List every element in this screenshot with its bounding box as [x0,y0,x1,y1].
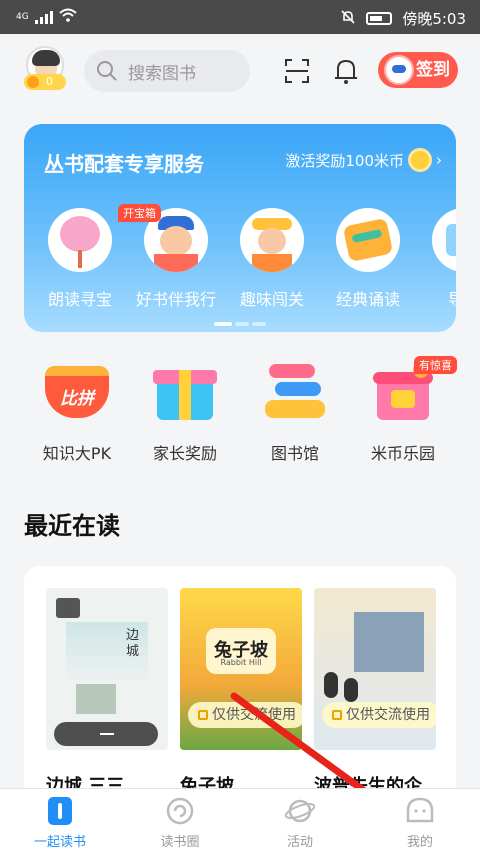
recent-books-shelf: 边城 兔子坡 Rabbit Hill 仅供交流使用 仅供交流使用 边城 三三 兔… [24,566,456,796]
search-placeholder: 搜索图书 [128,63,196,84]
bell-icon[interactable] [332,56,360,86]
lock-icon [198,710,208,720]
book-cover[interactable]: 边城 [46,588,168,750]
top-header: 0 搜索图书 签到 [0,34,480,110]
battery-icon [366,12,393,25]
girl-icon [240,208,304,272]
versus-icon: 比拼 [43,360,111,422]
versus-text: 比拼 [60,389,94,409]
reward-text: 激活奖励100米币 [285,151,404,170]
series-service-banner: 丛书配套专享服务 激活奖励100米币 › 朗读寻宝 好书伴我行 趣味闯关 经典诵… [24,124,456,332]
bottom-tab-bar: 一起读书 读书圈 活动 我的 [0,788,480,853]
search-input[interactable]: 搜索图书 [84,50,250,92]
service-item-classic-recite[interactable]: 经典诵读 [320,208,416,310]
penguin-icon [384,55,414,85]
coin-icon [408,148,432,172]
mute-icon [340,9,356,29]
service-label: 经典诵读 [335,290,400,309]
book-icon [44,795,76,827]
library-icon [261,360,329,422]
tab-activities[interactable]: 活动 [250,795,350,850]
service-label: 趣味闯关 [239,290,304,309]
cover-title: 边城 [126,628,140,659]
activation-reward-link[interactable]: 激活奖励100米币 › [285,148,442,172]
reading-progress [54,722,158,746]
tab-read-together[interactable]: 一起读书 [10,795,110,850]
service-item-guide[interactable]: 导读 [416,208,456,310]
circle-refresh-icon [164,795,196,827]
planet-icon [284,795,316,827]
service-item-good-books[interactable]: 好书伴我行 [128,208,224,310]
service-item-quiz-levels[interactable]: 趣味闯关 [224,208,320,310]
share-notice: 仅供交流使用 [322,702,436,728]
quick-label: 家长奖励 [152,444,217,463]
status-bar: 4G 傍晚5:03 [0,0,480,34]
carousel-indicator [214,322,266,326]
service-item-read-aloud[interactable]: 朗读寻宝 [32,208,128,310]
service-label: 导读 [447,290,456,309]
share-notice: 仅供交流使用 [188,702,302,728]
book-cover[interactable]: 仅供交流使用 [314,588,436,750]
coin-count: 0 [46,75,53,88]
recent-reading-title: 最近在读 [24,512,120,540]
quick-label: 图书馆 [270,444,319,463]
cover-subtitle: Rabbit Hill [220,658,262,667]
quick-label: 知识大PK [42,444,112,463]
service-label: 好书伴我行 [135,290,216,309]
profile-face-icon [404,795,436,827]
quick-item-parent-reward[interactable]: 家长奖励 [130,360,240,464]
lollipop-icon [48,208,112,272]
search-icon [97,61,117,81]
wifi-icon [59,8,77,26]
status-time: 傍晚5:03 [402,10,466,28]
tab-mine[interactable]: 我的 [370,795,470,850]
surprise-badge: 有惊喜 [414,356,457,374]
network-type: 4G [16,12,29,22]
chevron-right-icon: › [436,151,442,169]
bookmark-icon [56,598,80,618]
coin-balance[interactable]: 0 [24,74,66,90]
gift-icon [151,360,219,422]
quick-item-library[interactable]: 图书馆 [240,360,350,464]
quick-menu: 比拼 知识大PK 家长奖励 图书馆 米币乐园 有惊喜 [0,356,480,470]
quick-item-knowledge-pk[interactable]: 比拼 知识大PK [22,360,132,464]
quick-item-coin-park[interactable]: 米币乐园 [348,360,458,464]
treasure-badge: 开宝箱 [118,204,161,222]
signin-label: 签到 [416,60,450,80]
signal-icon [34,10,53,24]
signin-button[interactable]: 签到 [378,52,458,88]
lock-icon [332,710,342,720]
book-icon [336,208,400,272]
service-list: 朗读寻宝 好书伴我行 趣味闯关 经典诵读 导 [24,208,456,318]
book-cover[interactable]: 兔子坡 Rabbit Hill 仅供交流使用 [180,588,302,750]
tab-reading-circle[interactable]: 读书圈 [130,795,230,850]
service-label: 朗读寻宝 [47,290,112,309]
guide-icon [432,208,456,272]
coin-icon [27,76,39,88]
banner-title: 丛书配套专享服务 [44,152,204,176]
quick-label: 米币乐园 [370,444,435,463]
scan-icon[interactable] [284,58,310,84]
